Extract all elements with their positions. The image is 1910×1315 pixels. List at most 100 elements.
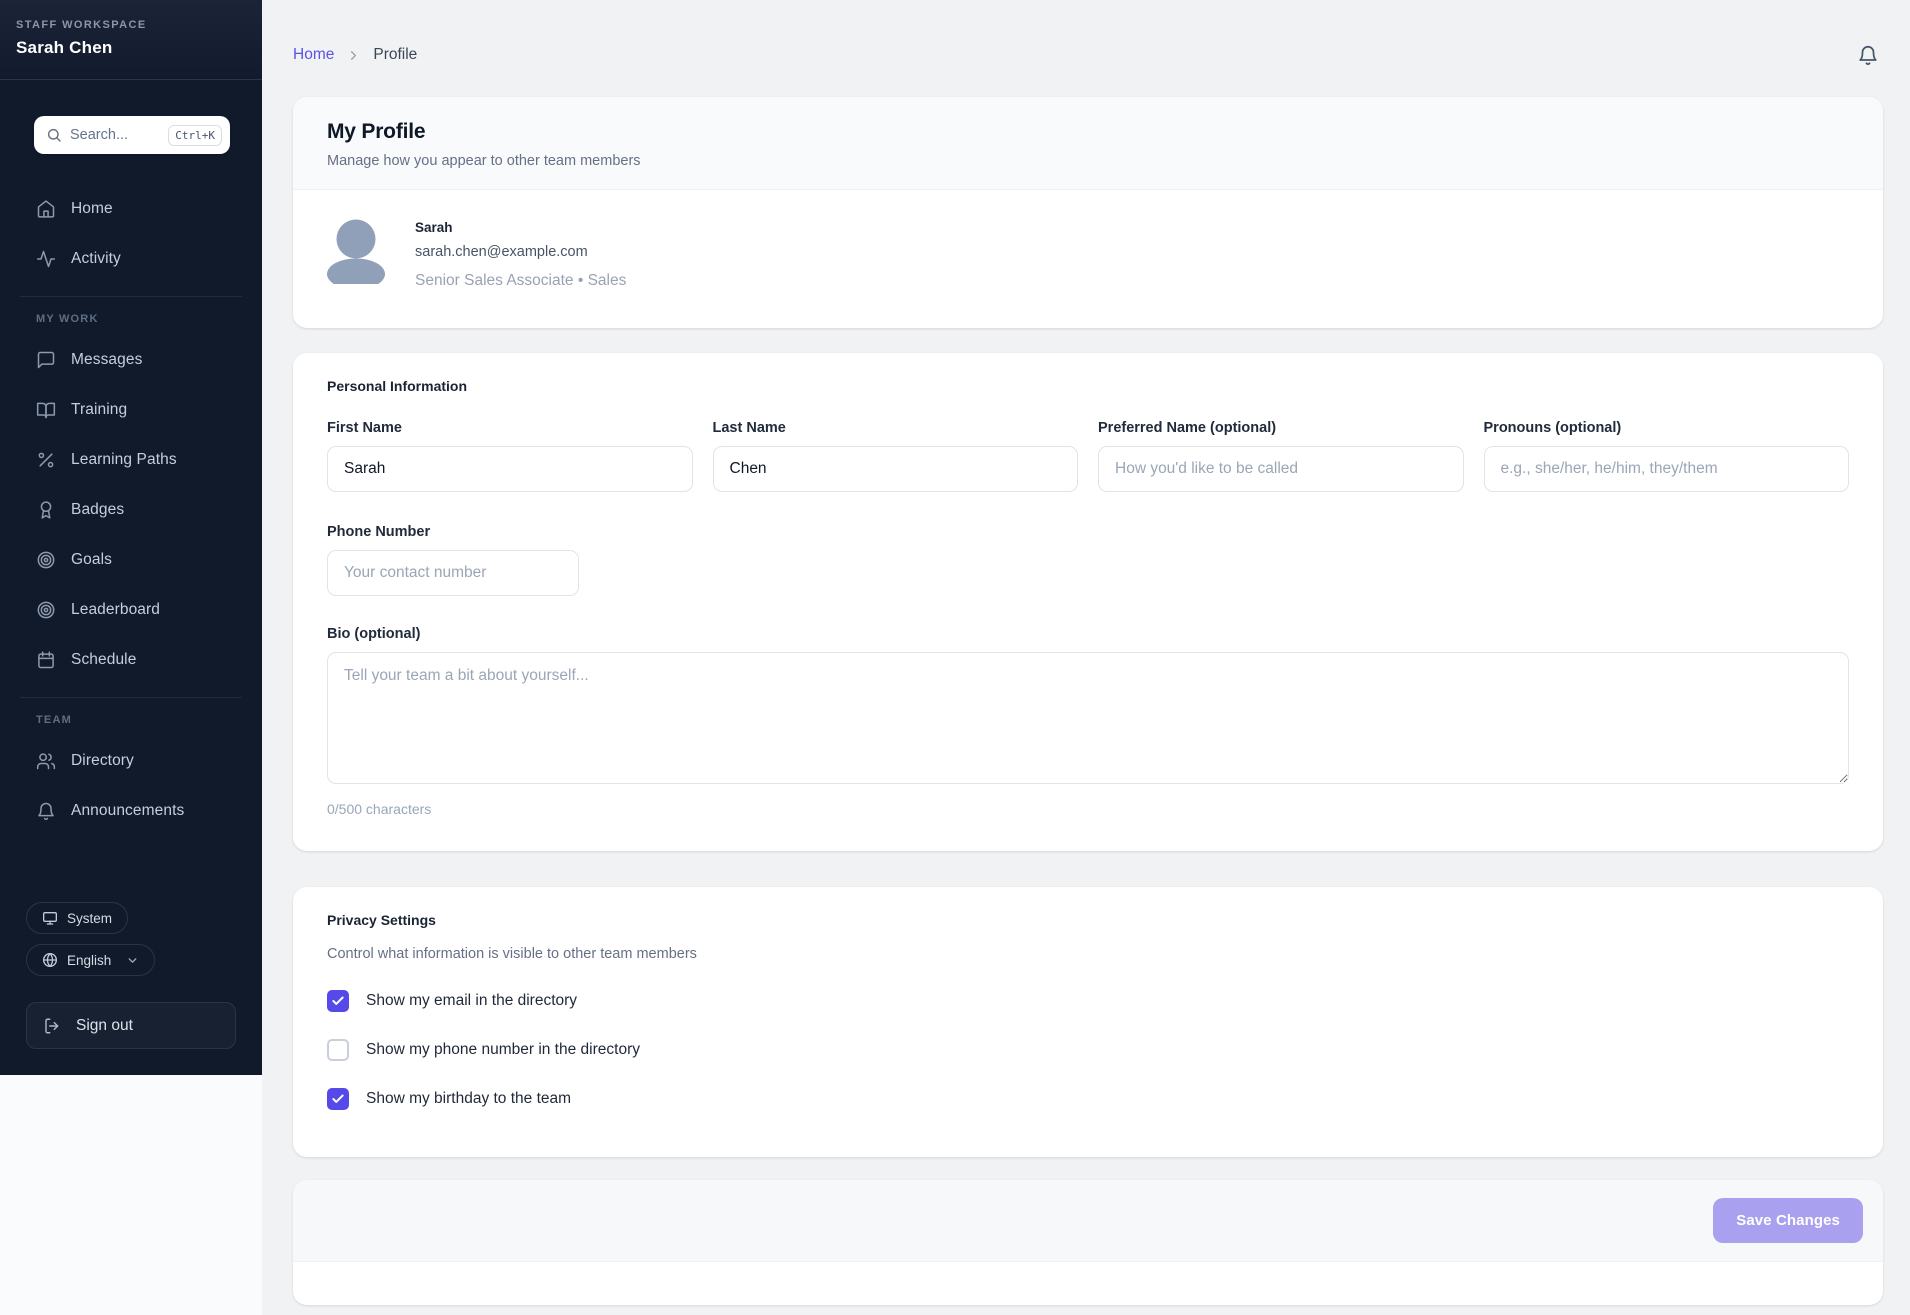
- profile-role: Senior Sales Associate • Sales: [415, 272, 626, 290]
- sidebar-item-directory[interactable]: Directory: [20, 740, 242, 782]
- sign-out-button[interactable]: Sign out: [26, 1002, 236, 1049]
- breadcrumb-home-link[interactable]: Home: [293, 46, 334, 64]
- search-placeholder: Search...: [70, 127, 160, 143]
- sidebar-item-label: Badges: [71, 501, 124, 519]
- sidebar-item-label: Training: [71, 401, 127, 419]
- privacy-option-label: Show my birthday to the team: [366, 1090, 571, 1108]
- message-icon: [36, 350, 56, 370]
- sidebar-divider: [20, 697, 242, 698]
- topbar: Home Profile: [293, 40, 1883, 70]
- bio-character-counter: 0/500 characters: [327, 801, 1849, 817]
- sidebar-item-label: Schedule: [71, 651, 136, 669]
- search-input[interactable]: Search... Ctrl+K: [34, 116, 230, 154]
- bell-icon: [36, 801, 56, 821]
- personal-info-title: Personal Information: [327, 378, 1849, 394]
- home-icon: [36, 199, 56, 219]
- bio-group: Bio (optional) 0/500 characters: [327, 626, 1849, 817]
- sidebar-item-leaderboard[interactable]: Leaderboard: [20, 589, 242, 631]
- sidebar-section-team: TEAM: [36, 714, 242, 726]
- target-icon: [36, 600, 56, 620]
- search-shortcut-badge: Ctrl+K: [168, 125, 222, 146]
- checkbox-show-birthday[interactable]: [327, 1088, 349, 1110]
- sidebar-item-messages[interactable]: Messages: [20, 339, 242, 381]
- language-select[interactable]: English: [26, 944, 155, 976]
- page: STAFF WORKSPACE Sarah Chen Search... Ctr…: [0, 0, 1910, 1315]
- name-fields-row: First Name Last Name Preferred Name (opt…: [327, 420, 1849, 492]
- book-open-icon: [36, 400, 56, 420]
- target-icon: [36, 550, 56, 570]
- check-icon: [331, 994, 345, 1008]
- theme-label: System: [67, 911, 112, 926]
- sidebar-item-label: Directory: [71, 752, 134, 770]
- page-title: My Profile: [327, 120, 1849, 144]
- theme-toggle-button[interactable]: System: [26, 902, 128, 934]
- main-content: Home Profile My Profile Manage how you a…: [262, 0, 1910, 1315]
- first-name-label: First Name: [327, 420, 693, 436]
- personal-info-card: Personal Information First Name Last Nam…: [293, 353, 1883, 851]
- search-wrap: Search... Ctrl+K: [0, 80, 262, 170]
- search-icon: [46, 127, 62, 143]
- award-icon: [36, 500, 56, 520]
- sidebar-item-label: Goals: [71, 551, 112, 569]
- first-name-group: First Name: [327, 420, 693, 492]
- last-name-field[interactable]: [713, 446, 1079, 492]
- sidebar-section-my-work: MY WORK: [36, 313, 242, 325]
- sidebar-item-label: Learning Paths: [71, 451, 177, 469]
- person-silhouette-icon: [327, 218, 385, 290]
- workspace-header: STAFF WORKSPACE Sarah Chen: [0, 0, 262, 80]
- sign-out-label: Sign out: [76, 1017, 133, 1035]
- privacy-options: Show my email in the directory Show my p…: [327, 990, 1849, 1110]
- pronouns-label: Pronouns (optional): [1484, 420, 1850, 436]
- sidebar-item-learning-paths[interactable]: Learning Paths: [20, 439, 242, 481]
- users-icon: [36, 751, 56, 771]
- sidebar-item-training[interactable]: Training: [20, 389, 242, 431]
- sidebar-item-label: Home: [71, 200, 113, 218]
- privacy-option-email[interactable]: Show my email in the directory: [327, 990, 1849, 1012]
- language-label: English: [67, 953, 111, 968]
- sidebar-item-announcements[interactable]: Announcements: [20, 790, 242, 832]
- profile-name: Sarah: [415, 220, 626, 235]
- page-subtitle: Manage how you appear to other team memb…: [327, 153, 1849, 169]
- privacy-settings-card: Privacy Settings Control what informatio…: [293, 887, 1883, 1157]
- notifications-button[interactable]: [1853, 40, 1883, 70]
- last-name-group: Last Name: [713, 420, 1079, 492]
- privacy-title: Privacy Settings: [327, 912, 1849, 928]
- checkbox-show-email[interactable]: [327, 990, 349, 1012]
- preferred-name-field[interactable]: [1098, 446, 1464, 492]
- calendar-icon: [36, 650, 56, 670]
- sidebar-item-activity[interactable]: Activity: [20, 238, 242, 280]
- pronouns-group: Pronouns (optional): [1484, 420, 1850, 492]
- pronouns-field[interactable]: [1484, 446, 1850, 492]
- privacy-subtitle: Control what information is visible to o…: [327, 946, 1849, 962]
- bell-icon: [1857, 44, 1879, 66]
- save-bar-card: Save Changes: [293, 1180, 1883, 1305]
- sidebar-footer: System English: [0, 902, 262, 1075]
- preferred-name-label: Preferred Name (optional): [1098, 420, 1464, 436]
- phone-field[interactable]: [327, 550, 579, 596]
- activity-icon: [36, 249, 56, 269]
- save-changes-button[interactable]: Save Changes: [1713, 1198, 1863, 1243]
- checkbox-show-phone[interactable]: [327, 1039, 349, 1061]
- sidebar-item-home[interactable]: Home: [20, 188, 242, 230]
- privacy-option-label: Show my email in the directory: [366, 992, 577, 1010]
- profile-header-card: My Profile Manage how you appear to othe…: [293, 97, 1883, 328]
- privacy-option-birthday[interactable]: Show my birthday to the team: [327, 1088, 1849, 1110]
- first-name-field[interactable]: [327, 446, 693, 492]
- breadcrumb-current: Profile: [373, 46, 417, 64]
- sidebar-item-goals[interactable]: Goals: [20, 539, 242, 581]
- bio-label: Bio (optional): [327, 626, 1849, 642]
- sidebar-column: STAFF WORKSPACE Sarah Chen Search... Ctr…: [0, 0, 262, 1315]
- monitor-icon: [42, 910, 58, 926]
- sidebar-filler: [0, 1075, 262, 1315]
- chevron-down-icon: [126, 954, 139, 967]
- bio-field[interactable]: [327, 652, 1849, 784]
- sidebar-item-label: Leaderboard: [71, 601, 160, 619]
- sidebar-item-label: Messages: [71, 351, 142, 369]
- sidebar-item-label: Announcements: [71, 802, 184, 820]
- globe-icon: [42, 952, 58, 968]
- sidebar: STAFF WORKSPACE Sarah Chen Search... Ctr…: [0, 0, 262, 1075]
- privacy-option-phone[interactable]: Show my phone number in the directory: [327, 1039, 1849, 1061]
- sidebar-item-badges[interactable]: Badges: [20, 489, 242, 531]
- sidebar-item-schedule[interactable]: Schedule: [20, 639, 242, 681]
- logout-icon: [43, 1017, 61, 1035]
